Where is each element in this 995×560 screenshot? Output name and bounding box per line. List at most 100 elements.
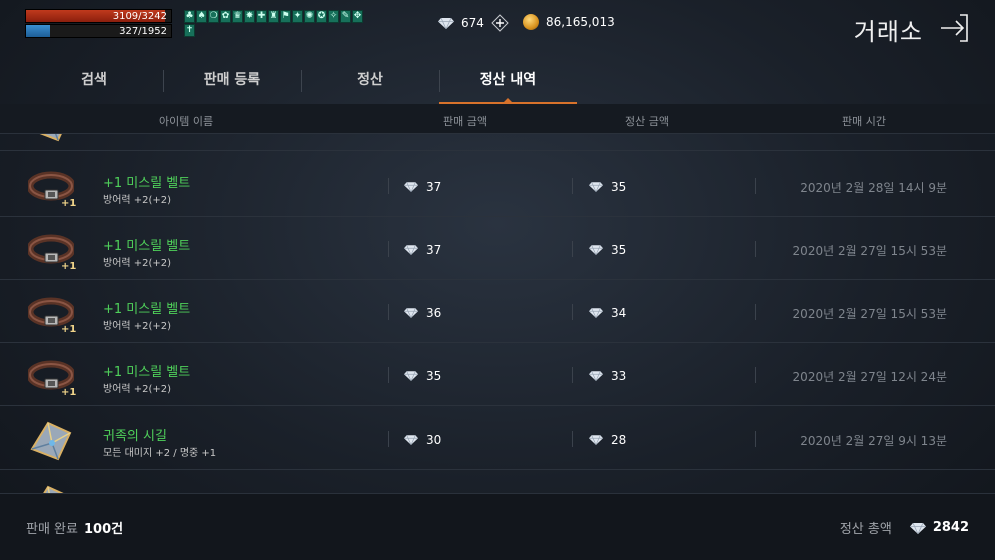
gold-currency: 86,165,013 <box>523 14 615 30</box>
column-divider <box>388 178 389 194</box>
mp-bar: 327/1952 <box>25 24 172 38</box>
gold-coin-icon <box>523 14 539 30</box>
diamond-currency: 674 <box>438 14 509 32</box>
buff-icon: ✥ <box>352 10 363 23</box>
settle-amount-value: 35 <box>611 180 627 194</box>
tab-label: 판매 등록 <box>203 72 261 88</box>
table-row[interactable]: +1 +1 미스릴 벨트방어력 +2(+2) 37 35 2020년 2월 28일 14… <box>0 154 995 217</box>
hp-text: 3109/3242 <box>112 11 167 22</box>
buff-icon: ✺ <box>304 10 315 23</box>
table-row[interactable] <box>0 134 995 151</box>
table-row[interactable]: +1 +1 미스릴 벨트방어력 +2(+2) 37 35 2020년 2월 27일 15… <box>0 217 995 280</box>
column-divider <box>755 241 756 257</box>
settle-amount: 28 <box>589 433 626 447</box>
column-divider <box>755 431 756 447</box>
settle-amount: 35 <box>589 243 626 257</box>
sale-amount: 35 <box>404 369 441 383</box>
sold-count: 100건 <box>83 522 124 537</box>
sale-time: 2020년 2월 27일 12시 24분 <box>792 370 947 384</box>
sale-amount-value: 30 <box>426 433 442 447</box>
settle-total-value: 2842 <box>932 520 969 535</box>
buff-icon: ♣ <box>184 10 195 23</box>
sale-time: 2020년 2월 27일 15시 53분 <box>792 307 947 321</box>
buff-icon: ✪ <box>316 10 327 23</box>
sale-time: 2020년 2월 27일 15시 53분 <box>792 244 947 258</box>
buff-icon: ✚ <box>256 10 267 23</box>
item-name: +1 미스릴 벨트 <box>103 365 191 380</box>
sigil-icon <box>28 419 74 461</box>
sale-amount-value: 37 <box>426 180 442 194</box>
tab-0[interactable]: 검색 <box>25 62 163 104</box>
buff-icon: ♛ <box>232 10 243 23</box>
settle-amount-value: 35 <box>611 243 627 257</box>
diamond-icon <box>589 371 603 381</box>
table-row[interactable]: +1 +1 미스릴 벨트 방어력 +2(+2) 36 34 2020년 2월 27일 15… <box>0 280 995 343</box>
item-name: +1 미스릴 벨트 <box>103 302 191 317</box>
table-row[interactable]: 귀족의 시길 모든 대미지 +2 / 명중 +1 30 28 2020년 2월 27일 … <box>0 407 995 470</box>
column-sale-time: 판매 시간 <box>842 115 886 128</box>
buff-icon: ⚑ <box>280 10 291 23</box>
item-stat: 방어력 +2(+2) <box>103 195 172 206</box>
buff-icon: ✝ <box>184 24 195 37</box>
table-row[interactable]: +1 +1 미스릴 벨트 방어력 +2(+2) 35 33 2020년 2월 27일 12… <box>0 343 995 406</box>
diamond-icon <box>589 435 603 445</box>
hp-bar: 3109/3242 <box>25 9 172 23</box>
sale-amount: 37 <box>404 180 441 194</box>
tab-1[interactable]: 판매 등록 <box>163 62 301 104</box>
diamond-icon <box>589 308 603 318</box>
column-divider <box>572 241 573 257</box>
buff-icon: ♜ <box>268 10 279 23</box>
table-row[interactable]: 귀족의 시길 <box>0 471 995 493</box>
item-stat: 모든 대미지 +2 / 명중 +1 <box>103 448 217 459</box>
column-settle-amount: 정산 금액 <box>625 115 669 128</box>
exit-arrow-icon <box>941 14 968 42</box>
settle-amount-value: 28 <box>611 433 627 447</box>
settle-total: 정산 총액 2842 <box>840 518 969 537</box>
diamond-icon <box>438 18 454 29</box>
column-sale-amount: 판매 금액 <box>443 115 487 128</box>
buff-icon: ✿ <box>220 10 231 23</box>
item-name: +1 미스릴 벨트 <box>103 239 191 254</box>
table-header: 아이템 이름 판매 금액 정산 금액 판매 시간 <box>0 104 995 134</box>
column-divider <box>388 431 389 447</box>
add-diamond-button[interactable] <box>491 14 509 32</box>
column-item-name: 아이템 이름 <box>159 115 214 128</box>
enhance-badge: +1 <box>61 387 77 398</box>
tab-3[interactable]: 정산 내역 <box>439 62 577 104</box>
sale-time: 2020년 2월 27일 9시 13분 <box>800 434 947 448</box>
tab-bar: 검색 판매 등록 정산 정산 내역 <box>25 62 577 104</box>
settlement-list[interactable]: +1 +1 미스릴 벨트 방어력 +2(+2) 37 35 2020년 2월 28일 14… <box>0 134 995 493</box>
item-stat: 방어력 +2(+2) <box>103 321 172 332</box>
active-tab-caret <box>504 98 512 102</box>
diamond-icon <box>404 182 418 192</box>
gold-amount: 86,165,013 <box>546 15 615 29</box>
sigil-icon <box>28 483 74 493</box>
sale-amount-value: 36 <box>426 306 442 320</box>
sigil-icon <box>28 134 74 142</box>
column-divider <box>572 178 573 194</box>
buff-icon: ❍ <box>208 10 219 23</box>
tab-label: 검색 <box>81 72 107 88</box>
item-name: +1 미스릴 벨트 <box>103 176 191 191</box>
buff-icon: ✦ <box>292 10 303 23</box>
diamond-icon <box>404 308 418 318</box>
settle-amount: 33 <box>589 369 626 383</box>
exit-button[interactable] <box>938 12 970 44</box>
diamond-icon <box>404 245 418 255</box>
enhance-badge: +1 <box>61 261 77 272</box>
buff-icon: ✧ <box>328 10 339 23</box>
sale-time: 2020년 2월 28일 14시 9분 <box>800 181 947 195</box>
sale-amount-value: 37 <box>426 243 442 257</box>
column-divider <box>572 367 573 383</box>
diamond-icon <box>589 182 603 192</box>
buff-icon: ✸ <box>244 10 255 23</box>
tab-2[interactable]: 정산 <box>301 62 439 104</box>
sale-amount-value: 35 <box>426 369 442 383</box>
settle-total-label: 정산 총액 <box>839 522 892 537</box>
buff-icon: ♠ <box>196 10 207 23</box>
enhance-badge: +1 <box>61 198 77 209</box>
diamond-icon <box>909 522 926 534</box>
settle-amount-value: 33 <box>611 369 627 383</box>
column-divider <box>388 241 389 257</box>
item-stat: 방어력 +2(+2) <box>103 258 172 269</box>
